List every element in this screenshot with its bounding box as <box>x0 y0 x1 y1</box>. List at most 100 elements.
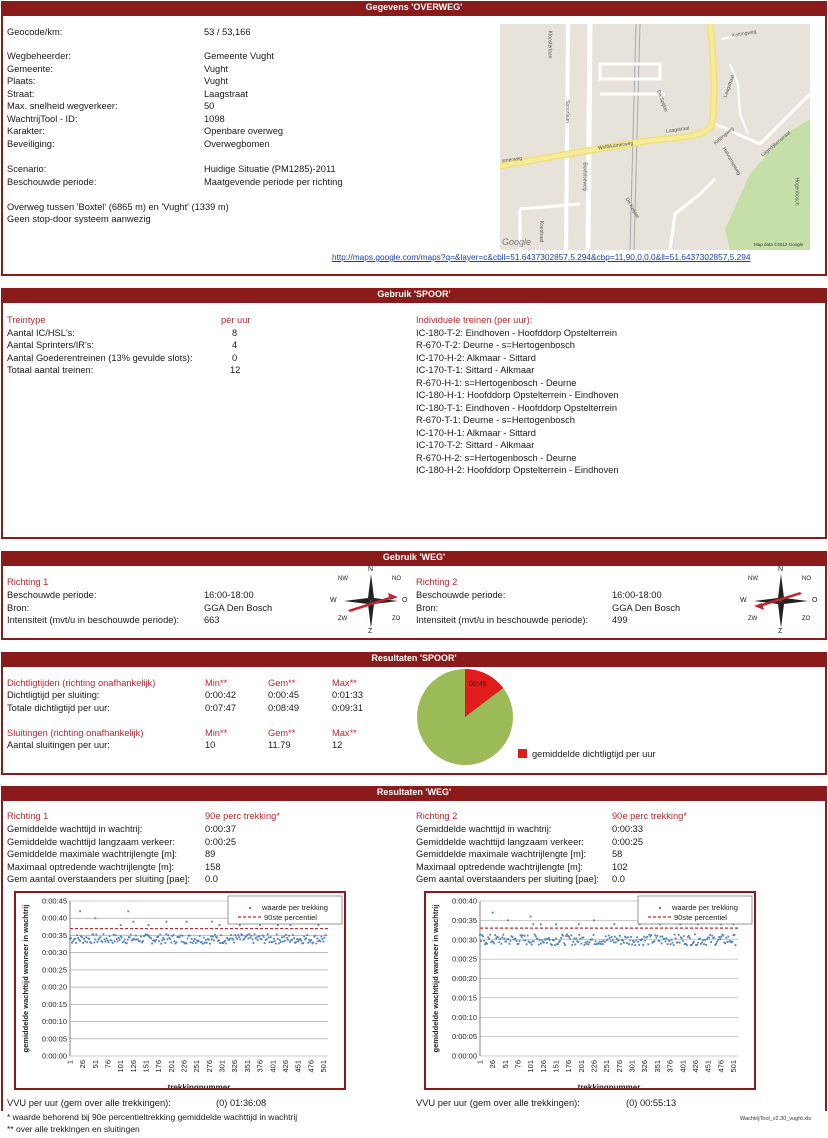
data-point <box>212 935 214 938</box>
data-point <box>194 942 197 944</box>
data-point <box>284 939 286 942</box>
data-point <box>500 942 503 945</box>
x-tick-label: 226 <box>180 1060 189 1073</box>
pie-label: 08:49 <box>469 681 487 688</box>
data-point <box>319 940 322 943</box>
data-point <box>151 942 154 945</box>
map-label: Koestraat <box>538 220 545 243</box>
data-point <box>114 934 117 937</box>
vvu-label: VVU per uur (gem over alle trekkingen): <box>7 1098 171 1108</box>
data-point <box>480 940 482 942</box>
row-value: 50 <box>204 101 215 111</box>
row-label: Scenario: <box>7 164 47 174</box>
data-point <box>613 923 616 926</box>
y-tick-label: 0:00:20 <box>42 983 67 992</box>
data-point <box>214 933 216 936</box>
legend-label: 90ste percentiel <box>674 913 727 922</box>
data-point <box>673 933 676 936</box>
data-point <box>261 934 264 937</box>
street-map[interactable]: Laagstraat Laagstraat Wolfskamerweg smer… <box>500 24 810 250</box>
row-label: Max. snelheid wegverkeer: <box>7 101 118 111</box>
data-point <box>577 941 580 943</box>
data-point <box>224 939 227 942</box>
data-point <box>316 937 319 940</box>
data-point <box>228 939 231 941</box>
overweg-note: Overweg tussen 'Boxtel' (6865 m) en 'Vug… <box>7 202 229 212</box>
data-point <box>117 936 120 939</box>
data-point <box>623 941 625 944</box>
data-point <box>150 937 153 940</box>
data-point <box>81 936 84 939</box>
data-point <box>631 943 633 946</box>
data-point <box>241 934 244 937</box>
data-point <box>646 935 649 938</box>
data-point <box>279 941 282 943</box>
map-link[interactable]: http://maps.google.com/maps?q=&layer=c&c… <box>332 253 750 262</box>
data-point <box>506 919 509 922</box>
data-point <box>165 933 168 936</box>
data-point <box>189 941 192 944</box>
data-point <box>274 942 277 945</box>
treintype-header: Treintype <box>7 315 46 325</box>
x-tick-label: 351 <box>653 1060 662 1073</box>
legend-label: waarde per trekking <box>261 903 328 912</box>
row-value: 1098 <box>204 114 225 124</box>
vvu-value: (0) 01:36:08 <box>216 1098 267 1108</box>
x-tick-label: 426 <box>691 1060 700 1073</box>
data-point <box>722 934 725 937</box>
data-point <box>219 942 221 944</box>
row-label: Gemeente: <box>7 64 53 74</box>
map-label: Kloosterlaan <box>546 30 553 59</box>
res-weg-r1-title: Richting 1 <box>7 811 49 821</box>
data-point <box>263 942 266 945</box>
indiv-trains-header: Individuele treinen (per uur): <box>416 315 533 325</box>
data-point <box>680 937 683 940</box>
data-point <box>633 941 635 943</box>
data-point <box>622 939 624 942</box>
data-point <box>507 938 510 940</box>
data-point <box>157 935 160 938</box>
data-point <box>107 941 110 944</box>
data-point <box>614 941 617 944</box>
compass-no: NO <box>392 576 401 582</box>
compass-zo: ZO <box>802 616 811 622</box>
data-point <box>310 939 313 941</box>
data-point <box>94 917 97 920</box>
data-point <box>502 933 505 936</box>
data-point <box>637 940 640 943</box>
x-tick-label: 51 <box>501 1060 510 1068</box>
section-header-overweg: Gegevens 'OVERWEG' <box>1 1 827 14</box>
data-point <box>491 911 494 914</box>
data-point <box>185 920 188 923</box>
data-point <box>72 940 74 943</box>
data-point <box>479 933 481 936</box>
map-label: Spoorlaan <box>563 100 570 123</box>
compass-nw: NW <box>338 576 348 582</box>
x-tick-label: 226 <box>590 1060 599 1073</box>
res-row-label: Totale dichtligtijd per uur: <box>7 703 110 713</box>
spoor-row-value: 12 <box>230 365 241 375</box>
row-value: Laagstraat <box>204 89 248 99</box>
data-point <box>481 934 483 936</box>
compass-z: Z <box>778 628 783 635</box>
y-tick-label: 0:00:15 <box>452 993 477 1002</box>
data-point <box>648 933 651 936</box>
data-point <box>249 936 252 939</box>
data-point <box>260 938 263 941</box>
data-point <box>115 938 118 941</box>
footnote: ** over alle trekkingen en sluitingen <box>7 1124 140 1134</box>
row-label: Wegbeheerder: <box>7 51 71 61</box>
data-point <box>608 936 611 939</box>
map-label: Hogenbosch <box>793 177 800 206</box>
data-point <box>287 938 289 941</box>
res-row-label: Aantal sluitingen per uur: <box>7 740 110 750</box>
data-point <box>565 935 568 937</box>
data-point <box>155 939 158 941</box>
data-point <box>642 944 645 946</box>
data-point <box>668 940 671 942</box>
wachttijd-chart-richting1: 0:00:00 0:00:05 0:00:10 0:00:15 0:00:20 0:00:… <box>14 891 346 1092</box>
data-point <box>179 934 182 937</box>
train-item: IC-170-T-1: Sittard - Alkmaar <box>416 365 535 375</box>
data-point <box>672 944 675 947</box>
data-point <box>123 938 126 941</box>
